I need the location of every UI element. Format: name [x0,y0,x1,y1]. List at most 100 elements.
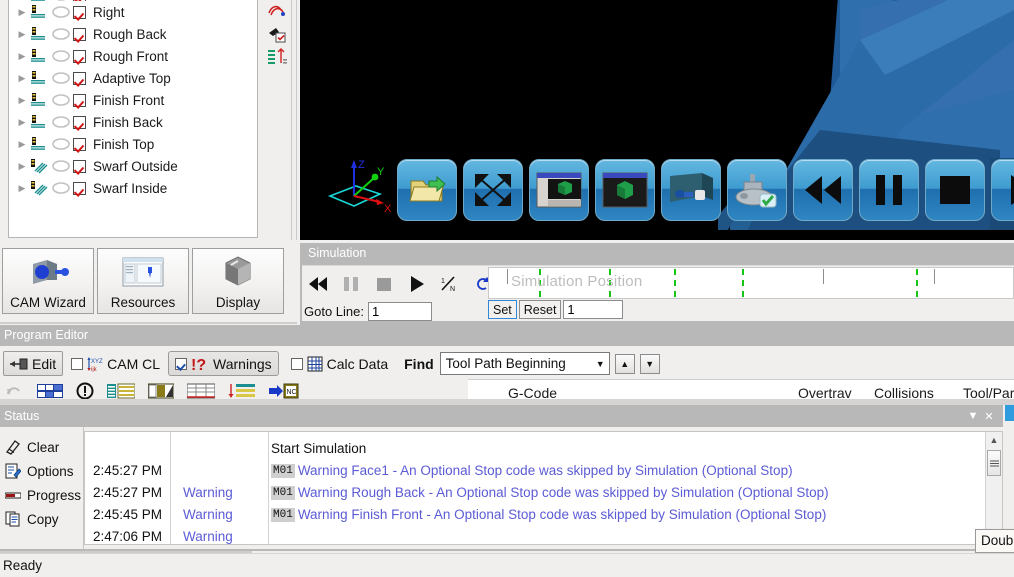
expander-icon[interactable] [15,27,29,41]
sim-pause-button[interactable] [341,274,361,294]
toolpath-icon [29,92,49,108]
expander-icon[interactable] [15,181,29,195]
tree-item-checkbox[interactable] [73,93,86,107]
resources-button[interactable]: Resources [97,248,189,314]
tree-item-label: Finish Top [93,136,155,152]
expander-icon[interactable] [15,159,29,173]
status-row-time: 2:45:27 PM [93,463,163,478]
cam-wizard-button[interactable]: CAM Wizard [2,248,94,314]
chevron-down-icon[interactable]: ▼ [596,359,605,369]
tree-item[interactable]: Swarf Outside [9,155,257,177]
tree-item[interactable]: Right [9,1,257,23]
status-row-message[interactable]: M01 Warning Face1 - An Optional Stop code… [269,460,1002,482]
tree-item[interactable]: Adaptive Top [9,67,257,89]
expander-icon[interactable] [15,93,29,107]
set-button[interactable]: Set [488,300,517,319]
tree-item-checkbox[interactable] [73,5,86,19]
mcode-badge: M01 [271,486,295,500]
tree-item-checkbox[interactable] [73,71,86,85]
view-cube-button[interactable] [595,159,655,221]
fit-view-button[interactable] [463,159,523,221]
reorder-icon[interactable] [266,47,288,69]
goto-line-group: Goto Line: 1 [304,302,432,321]
expander-icon[interactable] [15,115,29,129]
stop-button[interactable] [925,159,985,221]
status-row-message[interactable]: M01 Warning Finish Front - An Optional St… [269,504,1002,526]
status-row-message[interactable]: Start Simulation [269,438,1002,460]
display-button[interactable]: Display [192,248,284,314]
sim-play-button[interactable] [407,274,427,294]
expander-icon[interactable] [15,49,29,63]
toolpath-icon [29,0,49,1]
tree-item[interactable]: Rough Back [9,23,257,45]
viewport-toolbar[interactable] [397,159,1014,221]
options-button[interactable]: Options [0,459,83,483]
tree-item-checkbox[interactable] [73,49,86,63]
scroll-up-icon[interactable]: ▲ [986,432,1002,448]
find-previous-button[interactable]: ▲ [614,353,635,374]
status-vscrollbar[interactable]: ▲ [985,432,1002,544]
sim-step-button[interactable]: 1 N [440,274,460,294]
progress-button[interactable]: Progress [0,483,83,507]
status-row-message[interactable]: M01 Warning Rough Back - An Optional Stop… [269,482,1002,504]
tree-item-checkbox[interactable] [73,137,86,151]
calc-data-toggle[interactable]: Calc Data [285,351,394,376]
stock-check-icon[interactable] [266,24,288,46]
edit-button[interactable]: Edit [3,351,64,376]
expander-icon[interactable] [15,5,29,19]
simulation-position-slider[interactable]: Simulation Position [488,267,1014,299]
tree-item[interactable]: Finish Top [9,133,257,155]
tree-item-checkbox[interactable] [73,27,86,41]
close-icon[interactable]: ✕ [981,408,997,424]
goto-line-input[interactable]: 1 [368,302,432,321]
sim-rewind-button[interactable] [308,274,328,294]
clear-button[interactable]: Clear [0,435,83,459]
tree-item[interactable]: Finish Front [9,89,257,111]
find-next-button[interactable]: ▼ [639,353,660,374]
cam-cl-toggle[interactable]: XYZ ijk CAM CL [65,351,166,376]
sketch-icon[interactable] [266,1,288,23]
status-row-type: Warning [183,507,233,522]
tree-item[interactable]: Rough Front [9,45,257,67]
warnings-toggle[interactable]: !? Warnings [168,351,279,376]
play-button[interactable] [991,159,1014,221]
tree-item-checkbox[interactable] [73,115,86,129]
panel-divider-2 [296,0,297,240]
dialog-cube-button[interactable] [529,159,589,221]
cam-wizard-icon [27,249,69,295]
tree-item-checkbox[interactable] [73,159,86,173]
3d-viewport[interactable]: Z Y X [300,0,1014,240]
expander-icon[interactable] [15,0,29,1]
simulation-set-row: Set Reset 1 [488,300,624,319]
tree-item-checkbox[interactable] [73,0,86,1]
machine-view-button[interactable] [661,159,721,221]
cam-cl-checkbox[interactable] [71,357,84,370]
scrollbar-thumb[interactable] [987,450,1001,476]
reset-button[interactable]: Reset [518,300,562,319]
status-row-time: 2:45:45 PM [93,507,163,522]
stock-ghost-icon [51,4,71,20]
expander-icon[interactable] [15,137,29,151]
calc-data-checkbox[interactable] [290,357,303,370]
tree-item[interactable]: Swarf Inside [9,177,257,199]
simulation-position-input[interactable]: 1 [563,300,624,319]
rewind-button[interactable] [793,159,853,221]
operations-tree[interactable]: Left Right Rough Back Rough Front Adapti… [8,0,258,238]
tree-item[interactable]: Finish Back [9,111,257,133]
pause-button[interactable] [859,159,919,221]
expander-icon[interactable] [15,71,29,85]
status-type-column: Warning Warning Warning [171,432,269,544]
warnings-checkbox[interactable] [175,357,188,370]
sim-stop-button[interactable] [374,274,394,294]
simulation-transport-controls[interactable]: 1 N [308,270,493,298]
copy-button[interactable]: Copy [0,507,83,531]
tree-side-toolbar[interactable] [264,0,290,70]
tree-item-checkbox[interactable] [73,181,86,195]
open-folder-button[interactable] [397,159,457,221]
tooltip: Doub [975,529,1014,553]
fixture-verify-button[interactable] [727,159,787,221]
find-combobox[interactable]: Tool Path Beginning ▼ [439,352,610,375]
tree-item-label: Rough Front [93,48,169,64]
status-message-grid[interactable]: 2:45:27 PM 2:45:27 PM 2:45:45 PM 2:47:06 PM… [84,431,1003,545]
panel-menu-icon[interactable]: ▼ [965,408,981,424]
